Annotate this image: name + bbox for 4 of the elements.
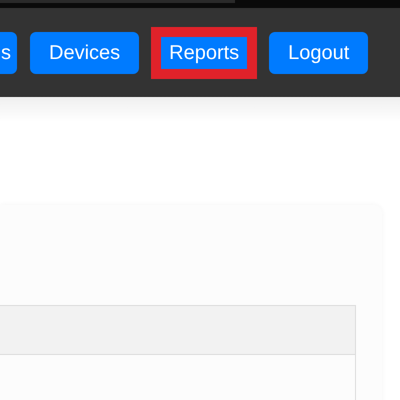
nav-button[interactable]: Logout xyxy=(269,32,368,74)
nav-button[interactable]: s xyxy=(0,32,17,74)
nav-button[interactable]: Devices xyxy=(30,32,140,74)
nav-button[interactable]: Reports xyxy=(151,26,258,78)
